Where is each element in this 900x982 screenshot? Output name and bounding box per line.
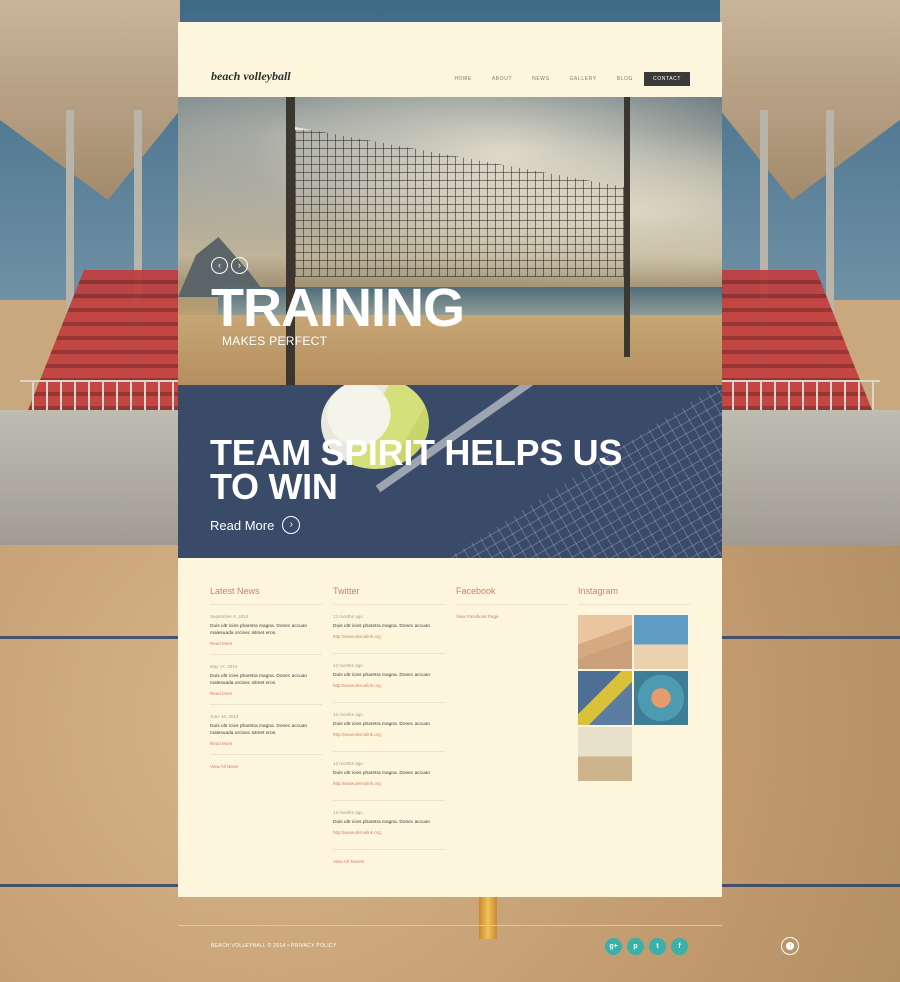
facebook-icon[interactable]: f [671, 938, 688, 955]
news-text: Duis ultr icies pharetra magna. Donec ac… [210, 674, 308, 686]
tweet-item: 12 months ago Duis ultr icies pharetra m… [333, 801, 445, 850]
news-text: Duis ultr icies pharetra magna. Donec ac… [210, 724, 308, 736]
nav-gallery[interactable]: GALLERY [570, 76, 597, 82]
news-date: May 17, 2014 [210, 664, 238, 669]
promo-banner: TEAM SPIRIT HELPS US TO WIN Read More › [178, 385, 722, 558]
nav-contact-button[interactable]: CONTACT [644, 72, 690, 86]
news-date: June 10, 2014 [210, 714, 239, 719]
footer-divider [178, 925, 722, 926]
nav-news[interactable]: NEWS [532, 76, 549, 82]
news-item: June 10, 2014 Duis ultr icies pharetra m… [210, 705, 322, 755]
facebook-page-link[interactable]: View Facebook Page [456, 614, 568, 619]
social-links: g+ p t f [605, 938, 693, 955]
tweet-link[interactable]: http://www.demolink.org [333, 732, 445, 737]
slider-controls: ‹ › [211, 257, 251, 274]
promo-title: TEAM SPIRIT HELPS US TO WIN [210, 432, 623, 507]
tweet-time: 12 months ago [333, 761, 363, 766]
hero-slider: ‹ › TRAINING MAKES PERFECT [178, 97, 722, 385]
tweet-time: 12 months ago [333, 614, 363, 619]
news-date: September 6, 2014 [210, 614, 249, 619]
tweet-item: 12 months ago Duis ultr icies pharetra m… [333, 605, 445, 654]
instagram-heading: Instagram [578, 586, 690, 605]
back-to-top-button[interactable]: ↑ [781, 937, 799, 955]
instagram-photo[interactable] [578, 615, 632, 669]
slide-subtitle: MAKES PERFECT [222, 334, 328, 348]
read-more-label[interactable]: Read More [210, 518, 274, 533]
view-all-tweets-link[interactable]: View All Tweets [333, 859, 445, 864]
pinterest-icon[interactable]: p [627, 938, 644, 955]
tweet-text: Duis ultr icies pharetra magna. Donec ac… [333, 722, 431, 727]
footer-widgets: Latest News September 6, 2014 Duis ultr … [178, 558, 722, 897]
news-item: May 17, 2014 Duis ultr icies pharetra ma… [210, 655, 322, 705]
google-plus-icon[interactable]: g+ [605, 938, 622, 955]
facebook-widget: Facebook View Facebook Page [456, 586, 568, 619]
main-nav: HOME ABOUT NEWS GALLERY BLOG CONTACT [434, 72, 690, 86]
main-card: beach volleyball HOME ABOUT NEWS GALLERY… [178, 22, 722, 897]
tweet-item: 12 months ago Duis ultr icies pharetra m… [333, 752, 445, 801]
tweet-time: 12 months ago [333, 663, 363, 668]
copyright-text: BEACH VOLLEYBALL © 2014 • PRIVACY POLICY [211, 943, 337, 949]
news-item: September 6, 2014 Duis ultr icies pharet… [210, 605, 322, 655]
instagram-grid [578, 615, 690, 781]
tweet-text: Duis ultr icies pharetra magna. Donec ac… [333, 673, 431, 678]
tweet-link[interactable]: http://www.demolink.org [333, 830, 445, 835]
slide-title: TRAINING [211, 278, 465, 338]
tweet-item: 12 months ago Duis ultr icies pharetra m… [333, 703, 445, 752]
arrow-up-icon[interactable]: ↑ [786, 942, 794, 950]
tweet-link[interactable]: http://www.demolink.org [333, 781, 445, 786]
view-all-news-link[interactable]: View All News [210, 764, 322, 769]
slider-prev-icon[interactable]: ‹ [211, 257, 228, 274]
tweet-time: 12 months ago [333, 810, 363, 815]
news-read-more-link[interactable]: Read More [210, 641, 322, 646]
twitter-heading: Twitter [333, 586, 445, 605]
instagram-widget: Instagram [578, 586, 690, 781]
arrow-right-icon[interactable]: › [282, 516, 301, 534]
tweet-text: Duis ultr icies pharetra magna. Donec ac… [333, 624, 431, 629]
news-read-more-link[interactable]: Read More [210, 741, 322, 746]
news-read-more-link[interactable]: Read More [210, 691, 322, 696]
facebook-heading: Facebook [456, 586, 568, 605]
instagram-photo[interactable] [578, 671, 632, 725]
tweet-text: Duis ultr icies pharetra magna. Donec ac… [333, 771, 431, 776]
latest-news-widget: Latest News September 6, 2014 Duis ultr … [210, 586, 322, 769]
promo-read-more-button[interactable]: Read More › [210, 516, 301, 534]
site-logo[interactable]: beach volleyball [211, 69, 291, 84]
latest-news-heading: Latest News [210, 586, 322, 605]
instagram-photo[interactable] [634, 671, 688, 725]
tweet-link[interactable]: http://www.demolink.org [333, 683, 445, 688]
news-text: Duis ultr icies pharetra magna. Donec ac… [210, 624, 308, 636]
nav-blog[interactable]: BLOG [617, 76, 633, 82]
tweet-text: Duis ultr icies pharetra magna. Donec ac… [333, 820, 431, 825]
tweet-item: 12 months ago Duis ultr icies pharetra m… [333, 654, 445, 703]
nav-home[interactable]: HOME [454, 76, 471, 82]
twitter-icon[interactable]: t [649, 938, 666, 955]
instagram-photo[interactable] [634, 615, 688, 669]
site-header: beach volleyball HOME ABOUT NEWS GALLERY… [178, 22, 722, 97]
tweet-link[interactable]: http://www.demolink.org [333, 634, 445, 639]
instagram-photo[interactable] [578, 727, 632, 781]
nav-about[interactable]: ABOUT [492, 76, 512, 82]
slider-next-icon[interactable]: › [231, 257, 248, 274]
twitter-widget: Twitter 12 months ago Duis ultr icies ph… [333, 586, 445, 864]
tweet-time: 12 months ago [333, 712, 363, 717]
